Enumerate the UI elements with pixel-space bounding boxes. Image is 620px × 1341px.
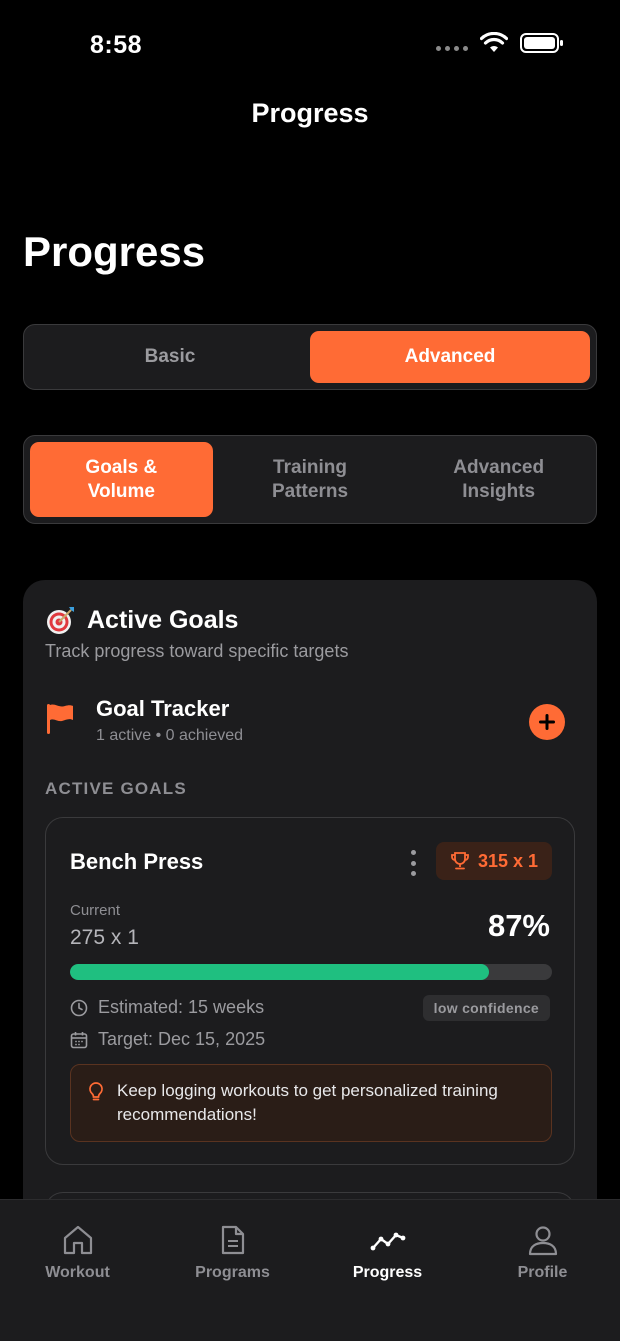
nav-title: Progress	[251, 98, 369, 128]
current-value: 275 x 1	[70, 926, 139, 949]
estimated-row: Estimated: 15 weeks	[70, 997, 264, 1018]
target-date-row: Target: Dec 15, 2025	[70, 1029, 265, 1050]
section-label: ACTIVE GOALS	[45, 779, 187, 798]
trend-line-icon	[370, 1232, 405, 1251]
trophy-icon	[451, 852, 469, 870]
status-bar: 8:58	[0, 0, 620, 90]
goal-tracker-title: Goal Tracker	[96, 696, 230, 721]
tab-training-patterns[interactable]: Training Patterns	[219, 442, 402, 517]
target-dart-icon	[47, 607, 74, 634]
tab-goals-volume[interactable]: Goals & Volume	[30, 442, 213, 517]
tab-label: Advanced Insights	[453, 456, 545, 502]
tab-advanced-insights[interactable]: Advanced Insights	[407, 442, 590, 517]
person-icon	[528, 1226, 557, 1256]
goal-card[interactable]: Bench Press 315 x 1 Current 275 x 1 87% …	[45, 817, 575, 1165]
current-label: Current	[70, 902, 121, 919]
target-date-text: Target: Dec 15, 2025	[98, 1029, 266, 1049]
tab-label: Programs	[195, 1264, 270, 1281]
progress-percent: 87%	[487, 908, 550, 943]
progress-bar-fill	[70, 964, 490, 980]
mode-basic-button[interactable]: Basic	[30, 331, 310, 383]
clock-icon	[70, 999, 88, 1016]
active-goals-card: Active Goals Track progress toward speci…	[23, 580, 597, 1280]
home-icon	[63, 1225, 92, 1255]
wifi-icon	[480, 32, 508, 52]
page-title: Progress	[23, 228, 206, 275]
more-options-icon[interactable]	[408, 850, 418, 876]
tab-label: Training Patterns	[271, 456, 349, 502]
status-time: 8:58	[90, 31, 143, 59]
tip-text: Keep logging workouts to get personalize…	[117, 1081, 498, 1124]
calendar-icon	[70, 1031, 88, 1048]
add-goal-button[interactable]	[529, 704, 565, 740]
tab-label: Workout	[45, 1264, 110, 1281]
document-icon	[221, 1225, 244, 1255]
battery-icon	[520, 33, 563, 53]
estimated-text: Estimated: 15 weeks	[98, 997, 265, 1017]
tab-label: Progress	[352, 1264, 423, 1281]
target-value: 315 x 1	[477, 850, 538, 871]
tab-workout[interactable]: Workout	[0, 1200, 155, 1341]
goal-exercise-name: Bench Press	[70, 849, 204, 874]
tab-profile[interactable]: Profile	[465, 1200, 620, 1341]
card-title: Active Goals	[87, 605, 239, 634]
mode-toggle: Basic Advanced	[23, 324, 597, 390]
mode-advanced-button[interactable]: Advanced	[310, 331, 590, 383]
goal-tracker-summary: 1 active • 0 achieved	[96, 727, 244, 744]
plus-icon	[539, 714, 555, 730]
lightbulb-icon	[89, 1082, 103, 1101]
card-subtitle: Track progress toward specific targets	[45, 641, 349, 661]
confidence-badge: low confidence	[422, 995, 550, 1021]
progress-bar	[70, 964, 552, 980]
card-header: Active Goals	[45, 604, 238, 636]
tab-label: Profile	[517, 1264, 568, 1281]
tab-progress[interactable]: Progress	[310, 1200, 465, 1341]
tab-label: Goals & Volume	[85, 456, 158, 502]
bottom-tab-bar: Workout Programs Progress Profile	[0, 1199, 620, 1341]
recommendation-tip: Keep logging workouts to get personalize…	[70, 1064, 552, 1142]
target-badge: 315 x 1	[435, 842, 552, 880]
sub-tabs: Goals & Volume Training Patterns Advanced I…	[23, 435, 597, 524]
status-icons	[436, 32, 564, 54]
tab-programs[interactable]: Programs	[155, 1200, 310, 1341]
flag-icon	[47, 704, 73, 734]
cellular-signal-icon	[436, 45, 468, 51]
goal-tracker-row: Goal Tracker 1 active • 0 achieved	[45, 696, 575, 752]
